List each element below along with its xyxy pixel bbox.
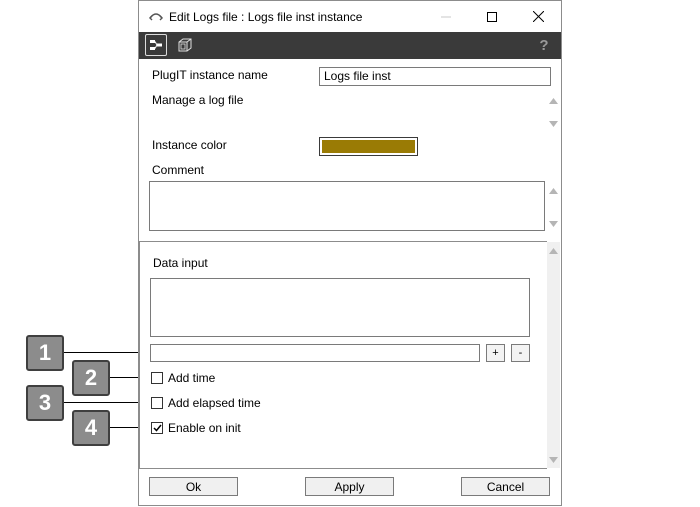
add-elapsed-time-checkbox[interactable] — [151, 397, 163, 409]
parameters-scroll-up[interactable] — [548, 246, 558, 256]
minimize-button[interactable] — [423, 1, 469, 32]
add-input-button[interactable]: + — [486, 344, 505, 362]
cube-icon[interactable] — [174, 34, 196, 56]
toolbar: ? — [139, 32, 561, 59]
help-icon[interactable]: ? — [533, 34, 555, 56]
comment-label: Comment — [152, 163, 205, 177]
callout-2: 2 — [72, 360, 110, 396]
ok-button[interactable]: Ok — [149, 477, 238, 496]
callout-3: 3 — [26, 385, 64, 421]
app-icon — [148, 9, 164, 26]
window-title: Edit Logs file : Logs file inst instance — [169, 10, 363, 24]
instance-name-input[interactable]: Logs file inst — [319, 67, 551, 86]
description-scroll-up[interactable] — [548, 96, 558, 106]
comment-textarea[interactable] — [149, 181, 545, 231]
comment-scroll-up[interactable] — [548, 186, 558, 196]
data-input-list[interactable] — [150, 278, 530, 337]
instance-color-label: Instance color — [152, 138, 227, 152]
maximize-button[interactable] — [469, 1, 515, 32]
parameters-scroll-down[interactable] — [548, 455, 558, 465]
data-input-field[interactable] — [150, 344, 480, 362]
add-time-checkbox[interactable] — [151, 372, 163, 384]
instance-color-fill — [322, 140, 415, 153]
enable-on-init-checkbox[interactable] — [151, 422, 163, 434]
title-bar: Edit Logs file : Logs file inst instance — [139, 1, 561, 32]
close-button[interactable] — [515, 1, 561, 32]
apply-button[interactable]: Apply — [305, 477, 394, 496]
node-structure-icon[interactable] — [145, 34, 167, 56]
callout-1: 1 — [26, 335, 64, 371]
callout-4: 4 — [72, 410, 110, 446]
checkmark-icon — [152, 424, 162, 432]
description-scroll-down[interactable] — [548, 119, 558, 129]
add-time-label: Add time — [168, 371, 216, 385]
plugit-description: Manage a log file — [152, 93, 244, 107]
parameters-scrollbar[interactable] — [547, 242, 560, 468]
enable-on-init-label: Enable on init — [168, 421, 241, 435]
add-elapsed-time-label: Add elapsed time — [168, 396, 261, 410]
data-input-label: Data input — [153, 256, 208, 270]
instance-name-label: PlugIT instance name — [152, 68, 268, 82]
edit-instance-dialog: Edit Logs file : Logs file inst instance — [138, 0, 562, 506]
cancel-button[interactable]: Cancel — [461, 477, 550, 496]
comment-scroll-down[interactable] — [548, 219, 558, 229]
remove-input-button[interactable]: - — [511, 344, 530, 362]
instance-color-swatch[interactable] — [319, 137, 418, 156]
